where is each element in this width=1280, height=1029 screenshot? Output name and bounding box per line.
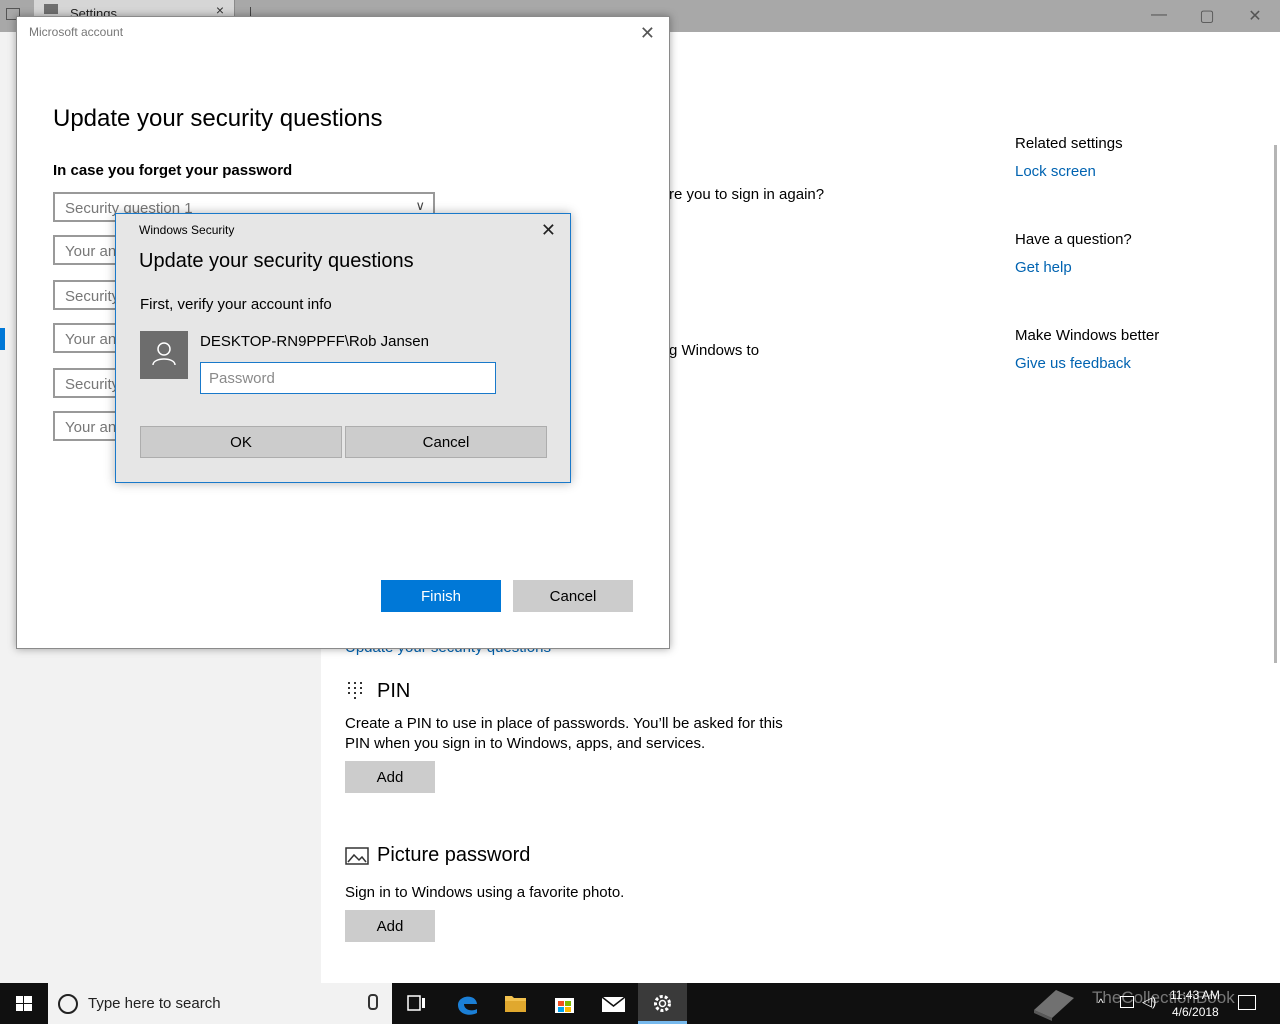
store-icon <box>555 998 574 1013</box>
volume-icon[interactable]: ◁) <box>1142 994 1156 1010</box>
mail-icon <box>601 996 626 1012</box>
action-center-icon[interactable] <box>1238 995 1256 1010</box>
dialog-title: Windows Security <box>139 223 235 237</box>
gear-icon <box>654 995 671 1012</box>
picture-icon <box>345 847 369 865</box>
verify-instructions: First, verify your account info <box>140 296 332 313</box>
pin-add-button[interactable]: Add <box>345 761 435 793</box>
settings-tab[interactable]: Settings × <box>34 0 235 21</box>
search-placeholder: Type here to search <box>88 995 221 1012</box>
task-view-button[interactable] <box>392 983 441 1024</box>
settings-taskbar-button[interactable] <box>638 983 687 1024</box>
dialog-heading: Update your security questions <box>139 250 414 272</box>
edge-button[interactable] <box>443 983 492 1024</box>
windows-logo-icon <box>16 996 32 1011</box>
pin-title: PIN <box>377 680 411 702</box>
network-icon[interactable] <box>1120 996 1134 1008</box>
dialog-heading: Update your security questions <box>53 105 383 132</box>
sign-in-again-text: re you to sign in again? <box>669 186 825 203</box>
user-icon <box>152 342 176 366</box>
taskbar-search-box[interactable]: Type here to search <box>48 983 392 1024</box>
dialog-title: Microsoft account <box>29 25 124 39</box>
close-icon[interactable]: ✕ <box>640 23 655 44</box>
file-explorer-button[interactable] <box>491 983 540 1024</box>
make-windows-better-heading: Make Windows better <box>1015 327 1160 344</box>
book-watermark-icon <box>1030 984 1080 1022</box>
have-a-question-heading: Have a question? <box>1015 231 1132 248</box>
clock-date[interactable]: 4/6/2018 <box>1172 1005 1219 1019</box>
close-icon[interactable]: ✕ <box>541 220 556 241</box>
account-username: DESKTOP-RN9PPFF\Rob Jansen <box>200 333 429 350</box>
get-help-link[interactable]: Get help <box>1015 259 1072 276</box>
picture-password-title: Picture password <box>377 844 531 866</box>
chevron-down-icon: ∨ <box>415 198 425 213</box>
task-view-icon <box>407 995 425 1011</box>
finish-button[interactable]: Finish <box>381 580 501 612</box>
minimize-button[interactable]: — <box>1136 6 1182 24</box>
edge-icon <box>458 996 477 1015</box>
lock-screen-link[interactable]: Lock screen <box>1015 163 1096 180</box>
microphone-icon[interactable] <box>368 994 378 1010</box>
related-settings-heading: Related settings <box>1015 135 1123 152</box>
mail-button[interactable] <box>589 983 638 1024</box>
pin-keypad-icon <box>347 682 367 700</box>
close-window-button[interactable]: ✕ <box>1232 6 1278 26</box>
dialog-subheading: In case you forget your password <box>53 162 293 179</box>
ok-button[interactable]: OK <box>140 426 342 458</box>
store-button[interactable] <box>540 983 589 1024</box>
cancel-button[interactable]: Cancel <box>513 580 633 612</box>
maximize-button[interactable]: ▢ <box>1184 6 1230 26</box>
give-feedback-link[interactable]: Give us feedback <box>1015 355 1131 372</box>
avatar <box>140 331 188 379</box>
password-field[interactable] <box>200 362 496 394</box>
windows-security-dialog: Windows Security ✕ Update your security … <box>115 213 571 483</box>
clock-time[interactable]: 11:43 AM <box>1170 988 1220 1002</box>
pin-description: Create a PIN to use in place of password… <box>345 715 783 752</box>
windows-to-text: g Windows to <box>669 342 760 359</box>
cortana-icon <box>58 994 78 1014</box>
show-hidden-icons-icon[interactable]: ^ <box>1098 996 1104 1010</box>
picture-password-add-button[interactable]: Add <box>345 910 435 942</box>
folder-icon <box>505 996 526 1012</box>
picture-password-description: Sign in to Windows using a favorite phot… <box>345 884 625 901</box>
start-button[interactable] <box>0 983 48 1024</box>
sidebar-selection-indicator <box>0 328 5 350</box>
scrollbar[interactable] <box>1274 145 1277 663</box>
cancel-button[interactable]: Cancel <box>345 426 547 458</box>
gear-icon <box>44 4 58 14</box>
